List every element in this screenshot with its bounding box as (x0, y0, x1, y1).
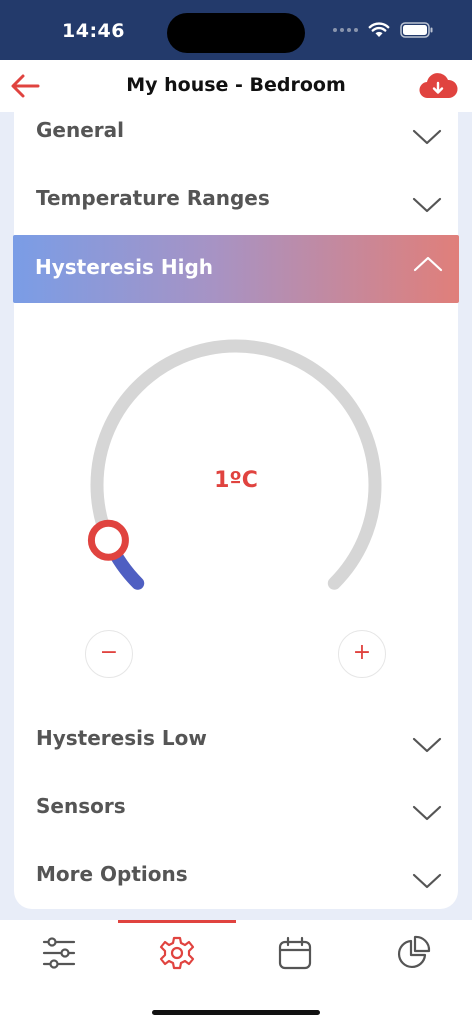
status-bar: 14:46 (0, 0, 472, 60)
dynamic-island (167, 13, 305, 53)
tab-calendar[interactable] (236, 932, 354, 990)
tab-settings[interactable] (118, 932, 236, 990)
section-hysteresis-low[interactable]: Hysteresis Low (14, 712, 458, 778)
dial-track (90, 339, 382, 590)
chevron-down-icon (412, 737, 442, 753)
battery-icon (400, 22, 433, 38)
gear-icon (159, 936, 195, 970)
signal-icon (333, 28, 358, 32)
chevron-down-icon (412, 129, 442, 145)
chevron-up-icon (413, 256, 443, 272)
pie-chart-icon (398, 935, 431, 968)
status-time: 14:46 (62, 20, 125, 42)
tab-pie-chart[interactable] (354, 932, 472, 990)
decrease-button[interactable]: − (85, 630, 133, 678)
chevron-down-icon (412, 805, 442, 821)
section-general[interactable]: General (14, 104, 458, 170)
section-sensors-label: Sensors (36, 794, 126, 818)
section-temperature-ranges-label: Temperature Ranges (36, 186, 270, 210)
status-icons (333, 22, 434, 38)
settings-card: General Temperature Ranges Hysteresis Hi… (13, 104, 459, 909)
dial-knob[interactable] (87, 519, 129, 561)
dial-value: 1ºC (214, 468, 258, 493)
cloud-download-icon (419, 73, 458, 99)
section-more-options[interactable]: More Options (14, 848, 458, 914)
increase-button[interactable]: + (338, 630, 386, 678)
section-more-options-label: More Options (36, 862, 188, 886)
section-sensors[interactable]: Sensors (14, 780, 458, 846)
home-indicator (152, 1010, 320, 1015)
section-hysteresis-high-label: Hysteresis High (35, 255, 214, 279)
section-temperature-ranges[interactable]: Temperature Ranges (14, 172, 458, 238)
sliders-icon (42, 937, 76, 969)
section-hysteresis-high[interactable]: Hysteresis High (13, 235, 459, 303)
active-tab-indicator (118, 920, 236, 923)
wifi-icon (368, 22, 390, 37)
section-general-label: General (36, 118, 124, 142)
tab-bar (0, 920, 472, 1024)
chevron-down-icon (412, 197, 442, 213)
cloud-download-button[interactable] (418, 72, 458, 102)
calendar-icon (278, 936, 312, 970)
page-title: My house - Bedroom (126, 74, 346, 96)
section-hysteresis-low-label: Hysteresis Low (36, 726, 207, 750)
tab-sliders[interactable] (0, 932, 118, 990)
chevron-down-icon (412, 873, 442, 889)
